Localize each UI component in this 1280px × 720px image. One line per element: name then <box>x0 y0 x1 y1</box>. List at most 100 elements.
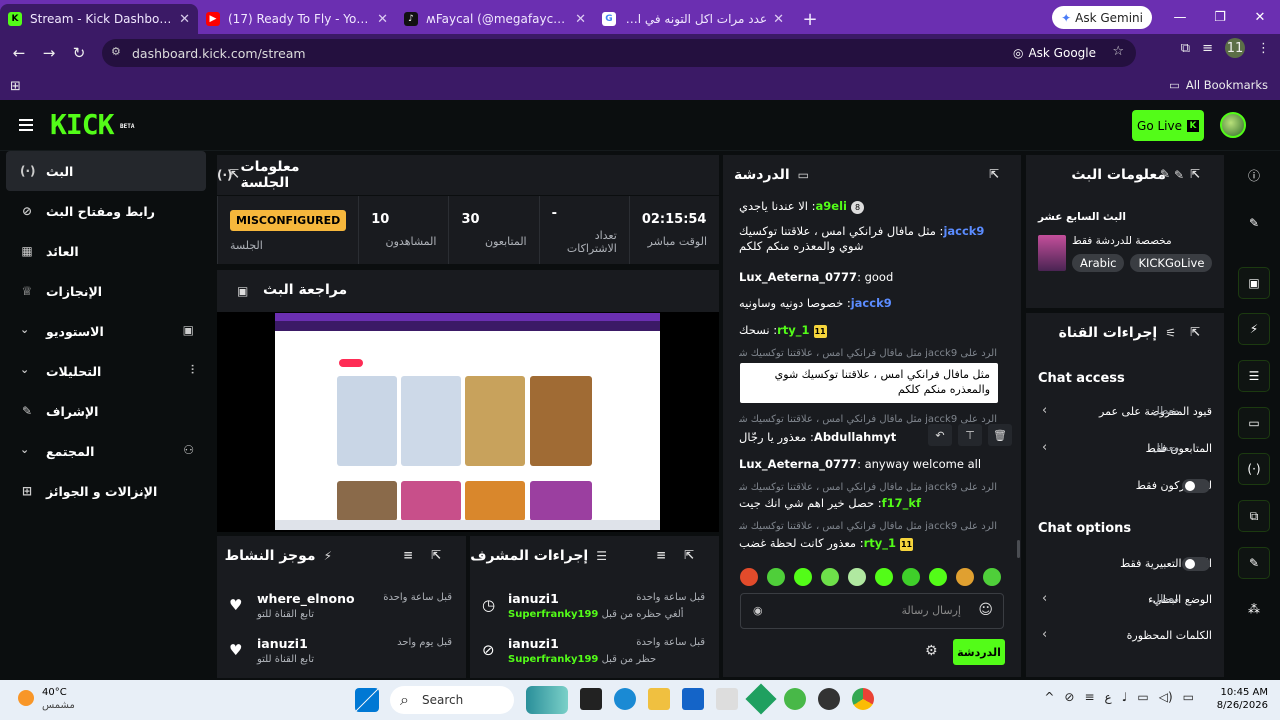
network-off-icon[interactable]: ⊘ <box>1064 690 1074 704</box>
tag[interactable]: Arabic <box>1072 254 1125 272</box>
taskbar-search[interactable]: Search <box>390 686 514 714</box>
browser-tab[interactable]: K Stream - Kick Dashboard ✕ <box>0 4 198 34</box>
sidebar-item-moderation[interactable]: ✎ الإشراف <box>0 391 212 431</box>
subscribers-only-toggle[interactable] <box>1182 479 1210 493</box>
info-icon[interactable]: ⓘ <box>1238 159 1270 191</box>
sidebar-item-achievements[interactable]: ♕ الإنجازات <box>0 271 212 311</box>
send-chat-button[interactable]: الدردشة <box>953 639 1005 665</box>
sidebar-item-analytics[interactable]: ⌄ التحليلات ⫶ <box>0 351 212 391</box>
filter-icon[interactable]: ≡ <box>656 548 666 562</box>
pin-icon[interactable]: ⊤ <box>958 424 982 446</box>
bookmark-star-icon[interactable]: ☆ <box>1112 44 1124 59</box>
chat-message[interactable]: jacck9: مثل مافال فرانكي امس ، علاقتنا ت… <box>739 224 1003 254</box>
pencil-icon[interactable]: ✎ <box>1238 207 1270 239</box>
close-tab-icon[interactable]: ✕ <box>179 12 190 27</box>
emote-icon[interactable] <box>767 568 785 586</box>
close-window-icon[interactable]: ✕ <box>1240 0 1280 34</box>
popout-icon[interactable]: ⇱ <box>431 548 441 562</box>
app-icon[interactable] <box>818 688 840 710</box>
activity-user[interactable]: ianuzi1 <box>257 636 308 651</box>
monitor-icon[interactable]: ▭ <box>1137 690 1148 704</box>
forward-icon[interactable]: → <box>34 38 64 68</box>
emoji-icon[interactable]: ☺ <box>978 602 993 618</box>
apps-grid-icon[interactable]: ⊞ <box>10 79 21 94</box>
chat-message[interactable]: Lux_Aeterna_0777: anyway welcome all <box>739 457 1003 472</box>
chat-username[interactable]: jacck9 <box>943 224 984 238</box>
chat-widget-icon[interactable]: ▭ <box>1238 407 1270 439</box>
sliders-icon[interactable]: ≡ <box>1084 690 1094 704</box>
language-indicator[interactable]: ع <box>1105 690 1112 704</box>
chat-message[interactable]: Abdullahmyt: معذور يا رجّال <box>739 430 911 445</box>
chat-message[interactable]: 11rty_1: معذور كانت لحظة غضب <box>739 536 1003 551</box>
sidebar-item-stream[interactable]: (·) البث <box>6 151 206 191</box>
sidebar-item-community[interactable]: ⌄ المجتمع ⚇ <box>0 431 212 471</box>
popout-icon[interactable]: ⇱ <box>1190 325 1200 339</box>
emote-icon[interactable] <box>848 568 866 586</box>
wrench-widget-icon[interactable]: ✎ <box>1238 547 1270 579</box>
rules-icon[interactable]: ◉ <box>753 604 763 617</box>
moderator-name[interactable]: Superfranky199 <box>508 609 598 620</box>
edge-icon[interactable] <box>614 688 636 710</box>
weather-widget[interactable]: 40°C مشمس <box>18 686 75 712</box>
popout-icon[interactable]: ⇱ <box>1190 167 1200 181</box>
chat-username[interactable]: Lux_Aeterna_0777 <box>739 270 857 284</box>
banned-words-row[interactable]: الكلمات المحظورة › <box>1026 621 1224 651</box>
sidebar-item-drops[interactable]: ⊞ الإنزالات و الجوائز <box>0 471 212 511</box>
kick-logo[interactable]: KICK BETA <box>50 110 134 140</box>
chat-input[interactable]: ◉ إرسال رسالة ☺ <box>740 593 1004 629</box>
clock[interactable]: 10:45 AM 8/26/2026 <box>1217 686 1268 712</box>
emote-icon[interactable] <box>956 568 974 586</box>
chat-settings-icon[interactable]: ⚙ <box>925 643 938 659</box>
edit-icon[interactable]: ✎ <box>1160 167 1170 181</box>
emote-only-toggle[interactable] <box>1182 557 1210 571</box>
chevron-up-icon[interactable]: ^ <box>1044 690 1054 704</box>
tag[interactable]: KICKGoLive <box>1130 254 1213 272</box>
chat-username[interactable]: rty_1 <box>864 536 896 550</box>
browser-tab[interactable]: ▶ (17) Ready To Fly - YouTube ✕ <box>198 4 396 34</box>
chrome-icon[interactable] <box>852 688 874 710</box>
go-live-button[interactable]: Go Live K <box>1132 110 1204 141</box>
share-icon[interactable]: ⁂ <box>1238 593 1270 625</box>
sidebar-item-studio[interactable]: ⌄ الاستوديو ▣ <box>0 311 212 351</box>
close-tab-icon[interactable]: ✕ <box>575 12 586 27</box>
emote-icon[interactable] <box>794 568 812 586</box>
store-icon[interactable] <box>682 688 704 710</box>
mod-action-user[interactable]: ianuzi1 <box>508 591 559 606</box>
widgets-icon[interactable] <box>526 686 568 714</box>
windows-start-icon[interactable] <box>355 688 379 712</box>
emote-icon[interactable] <box>929 568 947 586</box>
popout-icon[interactable]: ⇱ <box>989 167 999 181</box>
filter-icon[interactable]: ≡ <box>403 548 413 562</box>
activity-user[interactable]: where_elnono <box>257 591 355 606</box>
address-bar[interactable]: ⚙ dashboard.kick.com/stream ◎ Ask Google … <box>102 39 1136 67</box>
maximize-icon[interactable]: ❐ <box>1200 0 1240 34</box>
reading-list-icon[interactable]: ≡ <box>1202 41 1213 56</box>
mod-action-user[interactable]: ianuzi1 <box>508 636 559 651</box>
chat-scrollbar[interactable] <box>1017 540 1020 558</box>
emote-icon[interactable] <box>902 568 920 586</box>
chat-username[interactable]: Abdullahmyt <box>814 430 896 444</box>
chat-message[interactable]: jacck9: خصوصا دونيه وساونيه <box>739 296 1003 311</box>
close-tab-icon[interactable]: ✕ <box>773 12 784 27</box>
moderator-name[interactable]: Superfranky199 <box>508 654 598 665</box>
list-widget-icon[interactable]: ☰ <box>1238 360 1270 392</box>
back-icon[interactable]: ← <box>4 38 34 68</box>
popout-icon[interactable]: ⇱ <box>229 167 239 181</box>
chat-message[interactable]: 11rty_1: نسحك <box>739 323 1003 338</box>
sidebar-item-revenue[interactable]: ▦ العائد <box>0 231 212 271</box>
ask-gemini-button[interactable]: ✦ Ask Gemini <box>1052 6 1152 29</box>
chat-username[interactable]: a9eli <box>816 199 847 213</box>
emote-icon[interactable] <box>740 568 758 586</box>
chat-message[interactable]: f17_kf: حصل خير اهم شي انك جيت <box>739 496 1003 511</box>
followers-only-row[interactable]: المتابعون فقط معطل › <box>1026 434 1224 464</box>
new-tab-button[interactable]: + <box>798 7 822 31</box>
profile-avatar[interactable]: 11 <box>1225 38 1245 58</box>
task-view-icon[interactable] <box>580 688 602 710</box>
reply-icon[interactable]: ↶ <box>928 424 952 446</box>
volume-icon[interactable]: ◁) <box>1159 690 1173 704</box>
minimize-icon[interactable]: — <box>1160 0 1200 34</box>
browser-tab[interactable]: G عدد مرات اكل التونه في الاسبوع ✕ <box>594 4 792 34</box>
emote-icon[interactable] <box>821 568 839 586</box>
browser-tab[interactable]: ♪ ʍFaycal (@megafaycal) | TikTok ✕ <box>396 4 594 34</box>
hamburger-menu-icon[interactable] <box>19 119 33 131</box>
